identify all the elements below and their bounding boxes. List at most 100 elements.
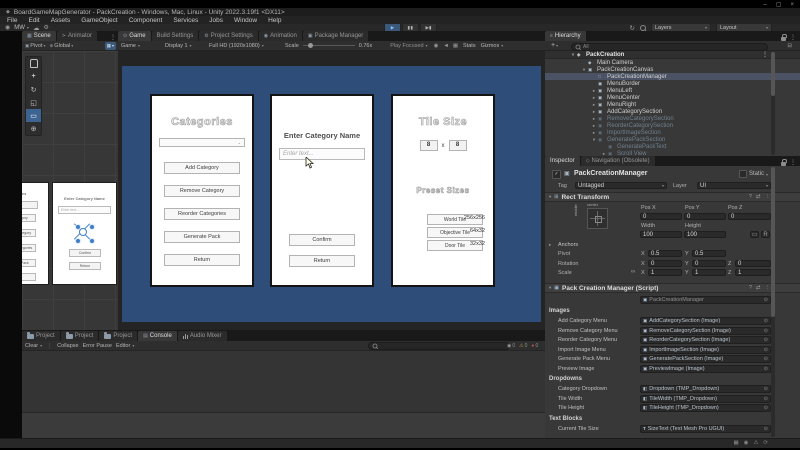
gizmos-dropdown[interactable]: Gizmos ▾ [481,43,504,49]
console-search-input[interactable] [368,341,510,350]
category-name-input[interactable]: Enter text... [279,148,365,160]
activity-icon[interactable]: ◉ [744,440,749,446]
kebab-menu-icon[interactable]: ⋮ [762,51,800,58]
hierarchy-item-inactive[interactable]: ▾ ▣ GeneratePackSection [545,136,800,143]
add-category-button[interactable]: Add Category [164,162,240,174]
display-mode-dropdown[interactable]: Game ▾ [121,43,165,49]
scale-x-field[interactable]: 1 [648,269,682,276]
presets-icon[interactable]: ⇄ [756,285,761,291]
layer-dropdown[interactable]: UI ▾ [697,182,771,189]
cloud-icon[interactable]: ☁ [33,24,40,32]
account-dropdown[interactable]: MW ▾ [14,24,29,31]
height-field[interactable]: 100 [684,231,726,238]
tab-project-1[interactable]: Project [22,331,61,341]
tab-game[interactable]: ⊙ Game [118,31,152,41]
menu-services[interactable]: Services [173,17,198,24]
width-field[interactable]: 100 [640,231,682,238]
object-field[interactable]: T SizeText (Text Mesh Pro UGUI) ⊙ [640,425,771,433]
generate-pack-button[interactable]: Generate Pack [164,231,240,243]
move-tool-icon[interactable]: + [26,70,41,83]
object-field[interactable]: ▣ ImportImageSection (Image) ⊙ [640,346,771,354]
confirm-button[interactable]: Confirm [289,234,355,246]
menu-jobs[interactable]: Jobs [209,17,223,24]
tab-console[interactable]: ▤ Console [138,331,178,341]
hierarchy-item[interactable]: ◆ Main Camera [545,59,800,66]
menu-component[interactable]: Component [129,17,163,24]
clear-button[interactable]: Clear ▾ [25,343,42,349]
foldout-arrow[interactable]: ▸ [590,130,598,136]
object-picker-icon[interactable]: ⊙ [764,426,768,432]
object-field[interactable]: ▣ PreviewImage (Image) ⊙ [640,365,771,373]
rotation-y-field[interactable]: 0 [692,260,726,267]
view-hand-tool-icon[interactable] [26,57,41,70]
help-icon[interactable]: ? [749,194,752,200]
foldout-arrow[interactable]: ▸ [590,109,598,115]
rotation-x-field[interactable]: 0 [648,260,682,267]
hierarchy-item[interactable]: ▸ ▣ MenuLeft [545,87,800,94]
tab-animation[interactable]: ◉ Animation [258,31,303,41]
menu-help[interactable]: Help [268,17,281,24]
tab-navigation[interactable]: ◇ Navigation (Obsolete) [580,156,656,166]
snap-toggle-button[interactable]: ▦ ▾ [104,41,116,50]
hierarchy-item[interactable]: ▸ ▣ MenuRight [545,101,800,108]
rect-tool-icon[interactable]: ▭ [26,109,41,122]
foldout-arrow[interactable]: ▸ [590,102,598,108]
anchors-label[interactable]: Anchors [558,242,578,248]
hierarchy-item[interactable]: ▸ ▣ AddCategorySection [545,108,800,115]
close-icon[interactable]: × [790,2,794,8]
object-picker-icon[interactable]: ⊙ [764,347,768,353]
hierarchy-item[interactable]: ▣ MenuBorder [545,80,800,87]
inspector-scrollbar[interactable] [771,167,775,437]
editor-dropdown[interactable]: Editor ▾ [116,343,134,349]
tab-project-2[interactable]: Project [60,331,100,341]
hierarchy-search-input[interactable]: All [571,42,768,51]
hierarchy-item-inactive[interactable]: ▸ ▣ ReorderCategorySection [545,122,800,129]
add-gameobject-button[interactable]: + [551,42,555,49]
object-picker-icon[interactable]: ⊙ [764,328,768,334]
menu-assets[interactable]: Assets [51,17,71,24]
pos-z-field[interactable]: 0 [728,213,771,220]
play-focused-dropdown[interactable]: Play Focused ▾ [390,43,427,49]
foldout-arrow[interactable]: ▸ [590,88,598,94]
return-button[interactable]: Return [289,255,355,267]
hierarchy-item-inactive[interactable]: ▸ ▣ RemoveCategorySection [545,115,800,122]
error-pause-button[interactable]: Error Pause [83,343,112,349]
console-log-list[interactable] [22,351,545,411]
hierarchy-item-scene[interactable]: ▾ ◈ PackCreation ⋮ [545,51,800,59]
object-picker-icon[interactable]: ⊙ [764,337,768,343]
status-warning-icon[interactable]: ⚠ [753,440,758,446]
rect-transform-header[interactable]: ▾ ⊞ Rect Transform ? ⇄ ⋮ [545,192,800,202]
object-picker-icon[interactable]: ⊙ [764,356,768,362]
gizmo-handle[interactable] [75,238,81,244]
kebab-menu-icon[interactable]: ⋮ [790,34,796,41]
object-field[interactable]: ▣ AddCategorySection (Image) ⊙ [640,317,771,325]
object-picker-icon[interactable]: ⊙ [764,386,768,392]
warning-count-badge[interactable]: ⚠ 0 [519,343,527,349]
object-field[interactable]: ◧ TileWidth (TMP_Dropdown) ⊙ [640,395,771,403]
kebab-menu-icon[interactable]: ⋮ [790,159,796,166]
minimize-icon[interactable]: – [763,2,766,8]
menu-window[interactable]: Window [234,17,257,24]
foldout-arrow[interactable]: ▾ [549,285,551,291]
chevron-down-icon[interactable]: ▾ [556,43,558,48]
scale-z-field[interactable]: 1 [735,269,771,276]
scene-viewport[interactable]: + ↻ ◱ ▭ ⊕ Categories Add Category Remove… [22,51,118,330]
scale-tool-icon[interactable]: ◱ [26,96,41,109]
return-button[interactable]: Return [164,254,240,266]
hierarchy-item-inactive[interactable]: ▸ ▣ ImportImageSection [545,129,800,136]
tab-scene[interactable]: ▦ Scene [22,31,57,41]
foldout-arrow[interactable]: ▾ [580,67,588,73]
tab-project-3[interactable]: Project [99,331,139,341]
stats-button[interactable]: Stats [463,43,476,49]
lock-icon[interactable] [781,158,787,166]
object-field[interactable]: ◧ Dropdown (TMP_Dropdown) ⊙ [640,385,771,393]
object-field[interactable]: ◧ TileHeight (TMP_Dropdown) ⊙ [640,404,771,412]
foldout-arrow[interactable]: ▾ [590,137,598,143]
object-field[interactable]: ▣ GeneratePackSection (Image) ⊙ [640,355,771,363]
tile-height-dropdown[interactable]: 8 [448,140,467,151]
help-icon[interactable]: ? [749,285,752,291]
cache-server-icon[interactable]: ▦ [733,440,738,446]
active-checkbox[interactable]: ✓ [552,170,561,179]
foldout-arrow[interactable]: ▸ [590,116,598,122]
object-picker-icon[interactable]: ⊙ [764,366,768,372]
